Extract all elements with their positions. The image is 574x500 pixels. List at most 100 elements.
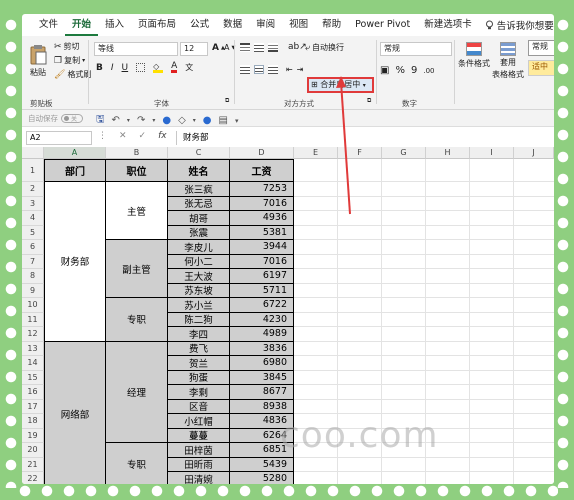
salary-cell[interactable]: 7016: [230, 254, 294, 269]
header-salary[interactable]: 工资: [230, 159, 294, 182]
salary-cell[interactable]: 6980: [230, 356, 294, 371]
row-header-15[interactable]: 15: [22, 370, 44, 385]
salary-cell[interactable]: 6851: [230, 443, 294, 458]
salary-cell[interactable]: 5280: [230, 472, 294, 484]
percent-button[interactable]: %: [395, 65, 405, 76]
alignment-dialog-launcher-icon[interactable]: ⧉: [367, 97, 371, 105]
name-cell[interactable]: 王大波: [168, 269, 230, 284]
eraser-icon[interactable]: ◇: [178, 115, 186, 126]
underline-button[interactable]: U: [122, 63, 129, 73]
name-cell[interactable]: 狗蛋: [168, 370, 230, 385]
row-header-14[interactable]: 14: [22, 356, 44, 371]
salary-cell[interactable]: 5711: [230, 283, 294, 298]
column-header-d[interactable]: D: [230, 147, 294, 159]
name-cell[interactable]: 费飞: [168, 341, 230, 356]
increase-decimal-icon[interactable]: .00: [423, 67, 434, 75]
cancel-icon[interactable]: ✕: [119, 131, 127, 141]
align-bottom-icon[interactable]: [268, 42, 278, 52]
italic-button[interactable]: I: [111, 63, 114, 73]
name-cell[interactable]: 苏东坡: [168, 283, 230, 298]
row-header-1[interactable]: 1: [22, 159, 44, 182]
salary-cell[interactable]: 3845: [230, 370, 294, 385]
salary-cell[interactable]: 4936: [230, 211, 294, 226]
row-header-10[interactable]: 10: [22, 298, 44, 313]
name-cell[interactable]: 苏小兰: [168, 298, 230, 313]
name-cell[interactable]: 陈二狗: [168, 312, 230, 327]
row-header-6[interactable]: 6: [22, 240, 44, 255]
name-cell[interactable]: 田梓茵: [168, 443, 230, 458]
insert-function-button[interactable]: fx: [158, 131, 167, 141]
column-header-c[interactable]: C: [168, 147, 230, 159]
currency-icon[interactable]: ▣: [380, 65, 389, 76]
salary-cell[interactable]: 8938: [230, 399, 294, 414]
header-position[interactable]: 职位: [106, 159, 168, 182]
salary-cell[interactable]: 4836: [230, 414, 294, 429]
tab-power-pivot[interactable]: Power Pivot: [348, 14, 417, 36]
cut-button[interactable]: ✂ 剪切: [54, 41, 80, 52]
name-cell[interactable]: 李四: [168, 327, 230, 342]
header-name[interactable]: 姓名: [168, 159, 230, 182]
salary-cell[interactable]: 3944: [230, 240, 294, 255]
tab-review[interactable]: 审阅: [249, 14, 282, 36]
name-box[interactable]: A2: [26, 131, 92, 145]
row-header-20[interactable]: 20: [22, 443, 44, 458]
formula-input[interactable]: 财务部: [176, 131, 546, 145]
row-header-7[interactable]: 7: [22, 254, 44, 269]
row-header-13[interactable]: 13: [22, 341, 44, 356]
name-cell[interactable]: 何小二: [168, 254, 230, 269]
tell-me-search[interactable]: 告诉我你想要做什么: [479, 18, 554, 32]
salary-cell[interactable]: 7253: [230, 182, 294, 197]
align-top-icon[interactable]: [240, 42, 250, 52]
salary-cell[interactable]: 6264: [230, 428, 294, 443]
tab-view[interactable]: 视图: [282, 14, 315, 36]
copy-button[interactable]: ❐ 复制 ▾: [54, 55, 85, 66]
header-department[interactable]: 部门: [44, 159, 106, 182]
fill-color-icon[interactable]: ◇: [153, 62, 164, 73]
row-header-8[interactable]: 8: [22, 269, 44, 284]
salary-cell[interactable]: 8677: [230, 385, 294, 400]
shape-fill-icon[interactable]: ●: [162, 115, 171, 126]
salary-cell[interactable]: 6197: [230, 269, 294, 284]
row-header-21[interactable]: 21: [22, 457, 44, 472]
bold-button[interactable]: B: [96, 63, 103, 73]
align-middle-icon[interactable]: [254, 42, 264, 52]
name-cell[interactable]: 田清婉: [168, 472, 230, 484]
row-header-16[interactable]: 16: [22, 385, 44, 400]
row-header-3[interactable]: 3: [22, 196, 44, 211]
tab-formulas[interactable]: 公式: [183, 14, 216, 36]
orientation-icon[interactable]: ab↗: [288, 42, 307, 52]
tab-new[interactable]: 新建选项卡: [417, 14, 479, 36]
worksheet-grid[interactable]: A B C D E F G H I J 1 2 3 4 5 6 7 8 9 10 11 12 13 14 1…: [22, 147, 554, 484]
name-cell[interactable]: 张震: [168, 225, 230, 240]
paste-button[interactable]: 粘贴: [28, 44, 48, 78]
merge-and-center-button[interactable]: ⊞ 合并后居中 ▾: [307, 77, 374, 93]
align-right-icon[interactable]: [268, 65, 278, 74]
row-header-22[interactable]: 22: [22, 472, 44, 484]
autosave-toggle[interactable]: 关: [61, 114, 83, 123]
name-cell[interactable]: 胡哥: [168, 211, 230, 226]
style-normal[interactable]: 常规: [528, 40, 554, 56]
column-header-j[interactable]: J: [514, 147, 554, 159]
format-as-table-button[interactable]: 套用 表格格式: [492, 42, 524, 80]
tab-page-layout[interactable]: 页面布局: [131, 14, 183, 36]
name-cell[interactable]: 田昕雨: [168, 457, 230, 472]
font-dialog-launcher-icon[interactable]: ⧉: [225, 97, 229, 105]
salary-cell[interactable]: 3836: [230, 341, 294, 356]
name-cell[interactable]: 蔓蔓: [168, 428, 230, 443]
name-cell[interactable]: 张无忌: [168, 196, 230, 211]
borders-icon[interactable]: [136, 63, 146, 72]
dropdown-icon[interactable]: ▾: [193, 117, 196, 124]
row-header-19[interactable]: 19: [22, 428, 44, 443]
font-size-select[interactable]: 12: [180, 42, 208, 56]
align-center-icon[interactable]: [254, 65, 264, 74]
salary-cell[interactable]: 6722: [230, 298, 294, 313]
merged-cell-position[interactable]: 副主管: [106, 240, 168, 298]
tab-insert[interactable]: 插入: [98, 14, 131, 36]
merged-cell-position[interactable]: 专职: [106, 443, 168, 484]
row-header-11[interactable]: 11: [22, 312, 44, 327]
enter-icon[interactable]: ✓: [139, 131, 147, 141]
name-cell[interactable]: 李剩: [168, 385, 230, 400]
wrap-text-button[interactable]: ⤶ 自动换行: [305, 42, 344, 53]
merged-cell-position[interactable]: 专职: [106, 298, 168, 342]
row-header-2[interactable]: 2: [22, 182, 44, 197]
